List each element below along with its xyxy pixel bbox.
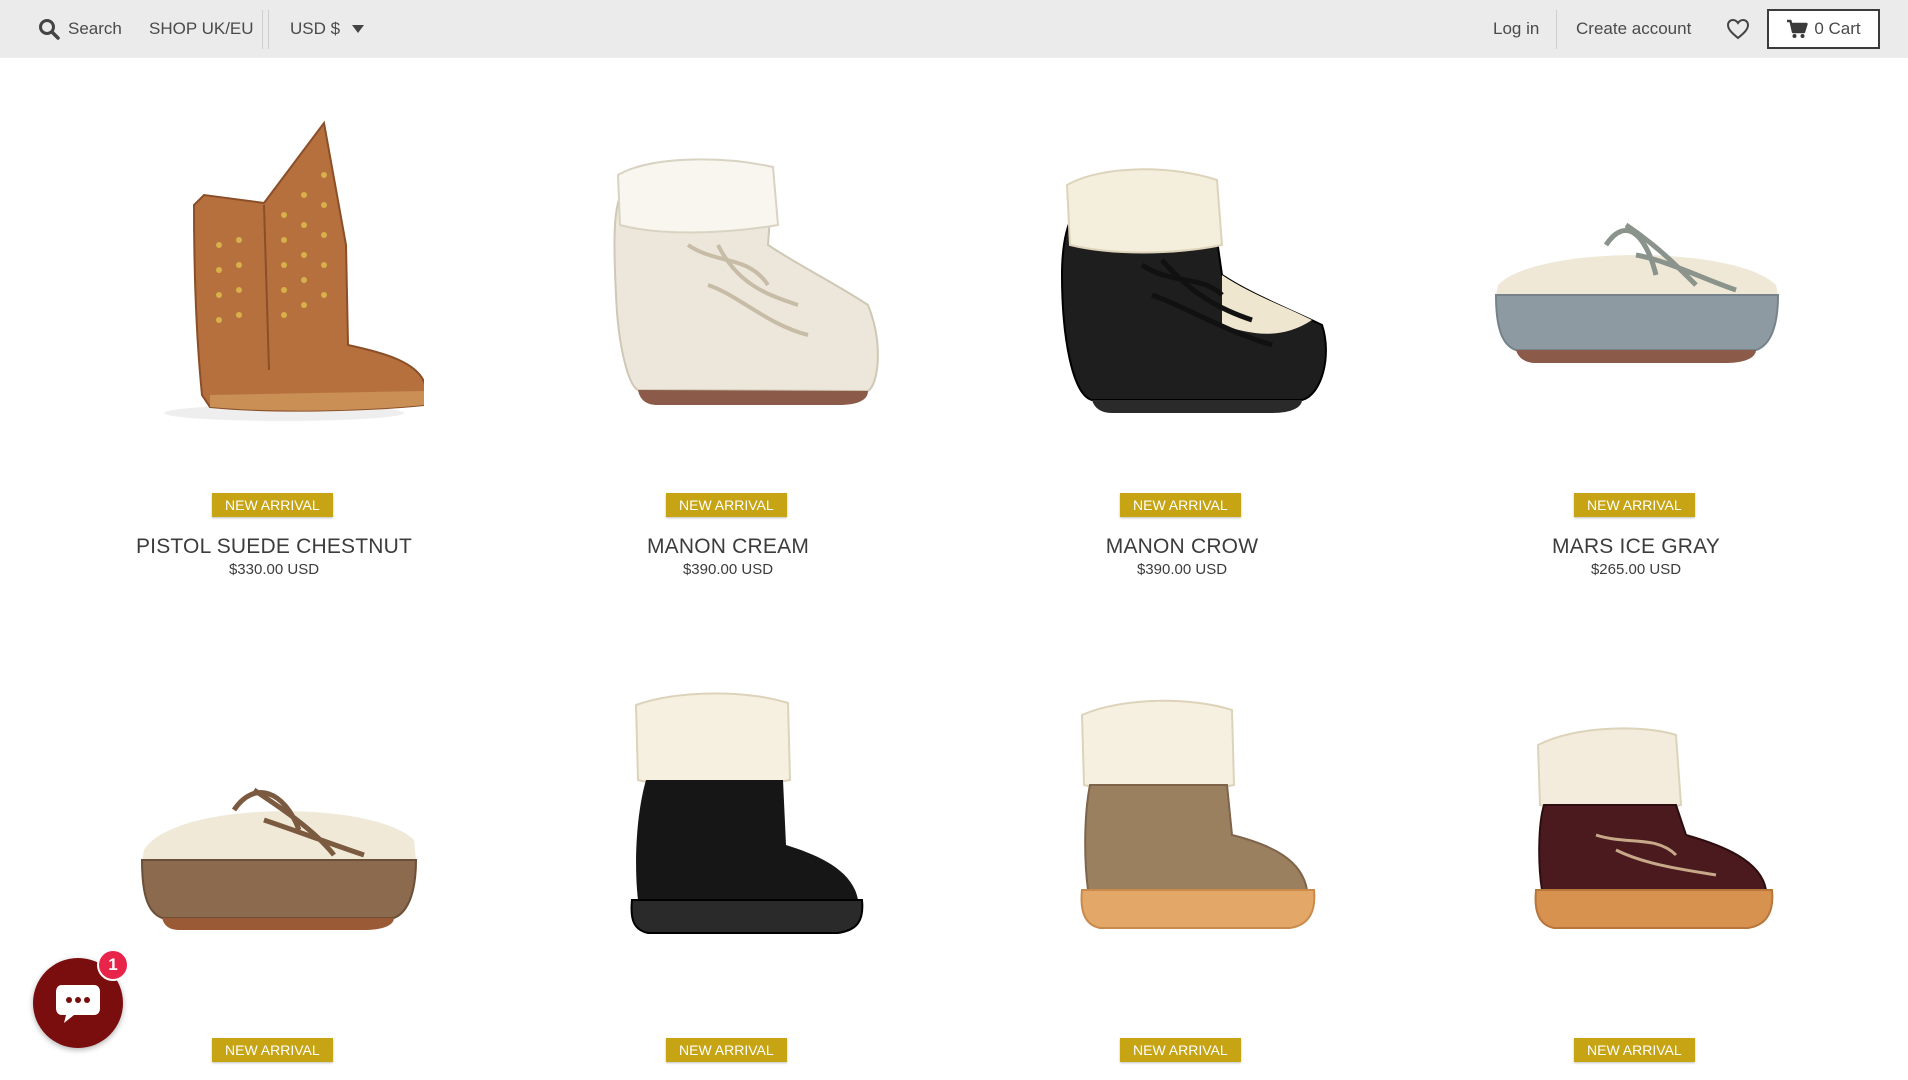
currency-label: USD $ <box>290 19 341 38</box>
product-card[interactable]: NEW ARRIVAL PISTOL SUEDE CHESTNUT $330.0… <box>64 95 484 595</box>
cart-icon <box>1787 19 1809 38</box>
new-arrival-badge: NEW ARRIVAL <box>666 1038 787 1062</box>
product-price: $390.00 USD <box>1136 561 1228 578</box>
new-arrival-badge: NEW ARRIVAL <box>1574 1038 1695 1062</box>
chat-unread-badge: 1 <box>97 949 129 981</box>
boot-image <box>164 120 424 421</box>
new-arrival-badge: NEW ARRIVAL <box>1120 493 1241 517</box>
product-title[interactable]: PISTOL SUEDE CHESTNUT <box>64 535 484 559</box>
new-arrival-badge: NEW ARRIVAL <box>666 493 787 517</box>
product-title[interactable]: MANON CROW <box>972 535 1392 559</box>
login-link[interactable]: Log in <box>1493 0 1539 58</box>
new-arrival-badge: NEW ARRIVAL <box>212 1038 333 1062</box>
product-image[interactable] <box>972 680 1392 950</box>
product-image[interactable] <box>64 95 484 425</box>
product-card[interactable]: NEW ARRIVAL MANON CROW $390.00 USD <box>972 95 1392 595</box>
search-label: Search <box>68 19 122 38</box>
product-image[interactable] <box>1426 680 1846 950</box>
new-arrival-badge: NEW ARRIVAL <box>1120 1038 1241 1062</box>
currency-select[interactable]: USD $ <box>290 0 365 58</box>
chevron-down-icon <box>352 25 365 33</box>
boot-image <box>630 692 864 934</box>
product-image[interactable] <box>64 680 484 950</box>
product-price: $330.00 USD <box>228 561 320 578</box>
boot-image <box>1060 168 1327 413</box>
product-price: $390.00 USD <box>682 561 774 578</box>
boot-image <box>1080 699 1316 929</box>
cart-label: 0 Cart <box>1814 19 1861 38</box>
divider <box>1556 10 1557 49</box>
product-image[interactable] <box>972 95 1392 425</box>
product-card[interactable]: NEW ARRIVAL <box>518 680 938 1080</box>
product-card[interactable]: NEW ARRIVAL <box>1426 680 1846 1080</box>
product-title[interactable]: MARS ICE GRAY <box>1426 535 1846 559</box>
region-link[interactable]: SHOP UK/EU <box>149 0 254 58</box>
product-image[interactable] <box>518 680 938 950</box>
search-button[interactable]: Search <box>38 0 122 58</box>
boot-image <box>1534 727 1774 929</box>
slipper-image <box>1494 222 1780 363</box>
product-card[interactable]: NEW ARRIVAL MANON CREAM $390.00 USD <box>518 95 938 595</box>
new-arrival-badge: NEW ARRIVAL <box>1574 493 1695 517</box>
create-account-link[interactable]: Create account <box>1576 0 1691 58</box>
wishlist-button[interactable] <box>1726 0 1750 58</box>
product-card[interactable]: NEW ARRIVAL <box>64 680 484 1080</box>
search-icon <box>39 19 60 40</box>
cart-button[interactable]: 0 Cart <box>1767 9 1880 49</box>
boot-image <box>613 158 879 405</box>
divider <box>268 10 269 49</box>
heart-icon <box>1726 18 1750 40</box>
product-card[interactable]: NEW ARRIVAL <box>972 680 1392 1080</box>
chat-icon <box>56 985 100 1023</box>
product-image[interactable] <box>518 95 938 425</box>
product-card[interactable]: NEW ARRIVAL MARS ICE GRAY $265.00 USD <box>1426 95 1846 595</box>
slipper-image <box>140 787 418 930</box>
product-price: $265.00 USD <box>1590 561 1682 578</box>
product-title[interactable]: MANON CREAM <box>518 535 938 559</box>
new-arrival-badge: NEW ARRIVAL <box>212 493 333 517</box>
divider <box>262 10 263 49</box>
product-image[interactable] <box>1426 95 1846 425</box>
top-bar: Search SHOP UK/EU USD $ Log in Create ac… <box>0 0 1908 58</box>
